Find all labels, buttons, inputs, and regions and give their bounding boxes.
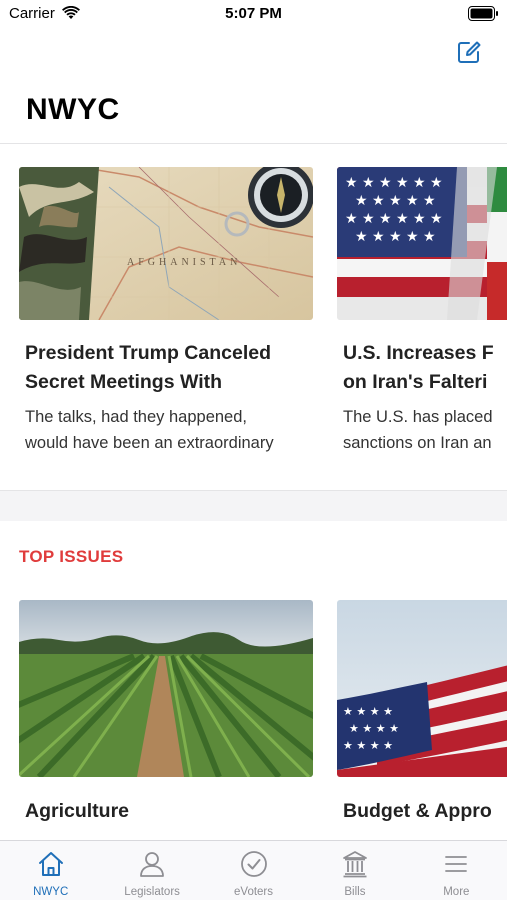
top-issues-label: TOP ISSUES	[19, 547, 124, 566]
issue-card[interactable]: Agriculture	[19, 600, 313, 826]
svg-text:★ ★ ★ ★ ★: ★ ★ ★ ★ ★	[355, 193, 436, 209]
svg-text:★ ★ ★ ★: ★ ★ ★ ★	[343, 705, 393, 718]
header-divider	[0, 143, 507, 144]
news-card[interactable]: ★ ★ ★ ★ ★ ★ ★ ★ ★ ★ ★ ★ ★ ★ ★ ★ ★ ★ ★ ★ …	[337, 167, 507, 456]
news-title-line: Secret Meetings With	[25, 371, 223, 393]
compose-icon[interactable]	[455, 38, 483, 66]
tab-evoters[interactable]: eVoters	[203, 841, 304, 900]
svg-text:★ ★ ★ ★ ★ ★: ★ ★ ★ ★ ★ ★	[345, 211, 443, 227]
tab-bills[interactable]: Bills	[304, 841, 405, 900]
news-summary-line: sanctions on Iran an	[343, 434, 492, 452]
tab-label: Legislators	[124, 886, 180, 898]
american-flag-image: ★ ★ ★ ★ ★ ★ ★ ★ ★ ★ ★ ★	[337, 600, 507, 777]
news-title-line: on Iran's Falteri	[343, 371, 488, 393]
svg-text:★ ★ ★ ★ ★: ★ ★ ★ ★ ★	[355, 229, 436, 245]
news-summary-line: would have been an extraordinary	[25, 434, 274, 452]
issue-title: Budget & Appro	[343, 800, 492, 822]
news-carousel[interactable]: AFGHANISTAN President Trump Canceled Sec…	[0, 167, 507, 467]
svg-text:★ ★ ★ ★ ★ ★: ★ ★ ★ ★ ★ ★	[345, 175, 443, 191]
section-separator	[0, 490, 507, 521]
top-issues-carousel[interactable]: Agriculture ★ ★ ★ ★ ★ ★ ★ ★ ★ ★ ★ ★ Budg…	[0, 600, 507, 836]
news-card[interactable]: AFGHANISTAN President Trump Canceled Sec…	[19, 167, 313, 456]
svg-text:AFGHANISTAN: AFGHANISTAN	[127, 257, 241, 268]
tab-label: eVoters	[234, 886, 274, 898]
menu-icon	[445, 856, 468, 872]
tab-label: Bills	[344, 886, 366, 898]
farm-field-image	[19, 600, 313, 777]
tab-label: More	[443, 886, 470, 898]
tab-label: NWYC	[33, 886, 69, 898]
status-bar: Carrier 5:07 PM	[0, 0, 507, 30]
svg-text:★ ★ ★ ★: ★ ★ ★ ★	[349, 722, 399, 735]
checkmark-circle-icon	[240, 851, 267, 877]
news-title-line: President Trump Canceled	[25, 342, 271, 364]
tab-legislators[interactable]: Legislators	[101, 841, 202, 900]
issue-title: Agriculture	[25, 800, 130, 822]
capitol-building-icon	[343, 851, 367, 878]
battery-icon	[468, 6, 498, 21]
us-iran-flags-image: ★ ★ ★ ★ ★ ★ ★ ★ ★ ★ ★ ★ ★ ★ ★ ★ ★ ★ ★ ★ …	[337, 167, 507, 320]
tab-nwyc[interactable]: NWYC	[0, 841, 101, 900]
issue-card[interactable]: ★ ★ ★ ★ ★ ★ ★ ★ ★ ★ ★ ★ Budget & Appro	[337, 600, 507, 826]
afghanistan-map-image: AFGHANISTAN	[19, 167, 313, 320]
svg-text:★ ★ ★ ★: ★ ★ ★ ★	[343, 739, 393, 752]
news-summary-line: The talks, had they happened,	[25, 408, 247, 426]
home-icon	[38, 852, 63, 876]
tab-more[interactable]: More	[406, 841, 507, 900]
news-summary-line: The U.S. has placed	[343, 408, 493, 426]
person-icon	[140, 852, 165, 877]
tab-bar: NWYC Legislators eVoters Bills More	[0, 840, 507, 900]
page-title: NWYC	[26, 93, 120, 126]
news-title-line: U.S. Increases F	[343, 342, 494, 364]
clock: 5:07 PM	[225, 5, 282, 22]
